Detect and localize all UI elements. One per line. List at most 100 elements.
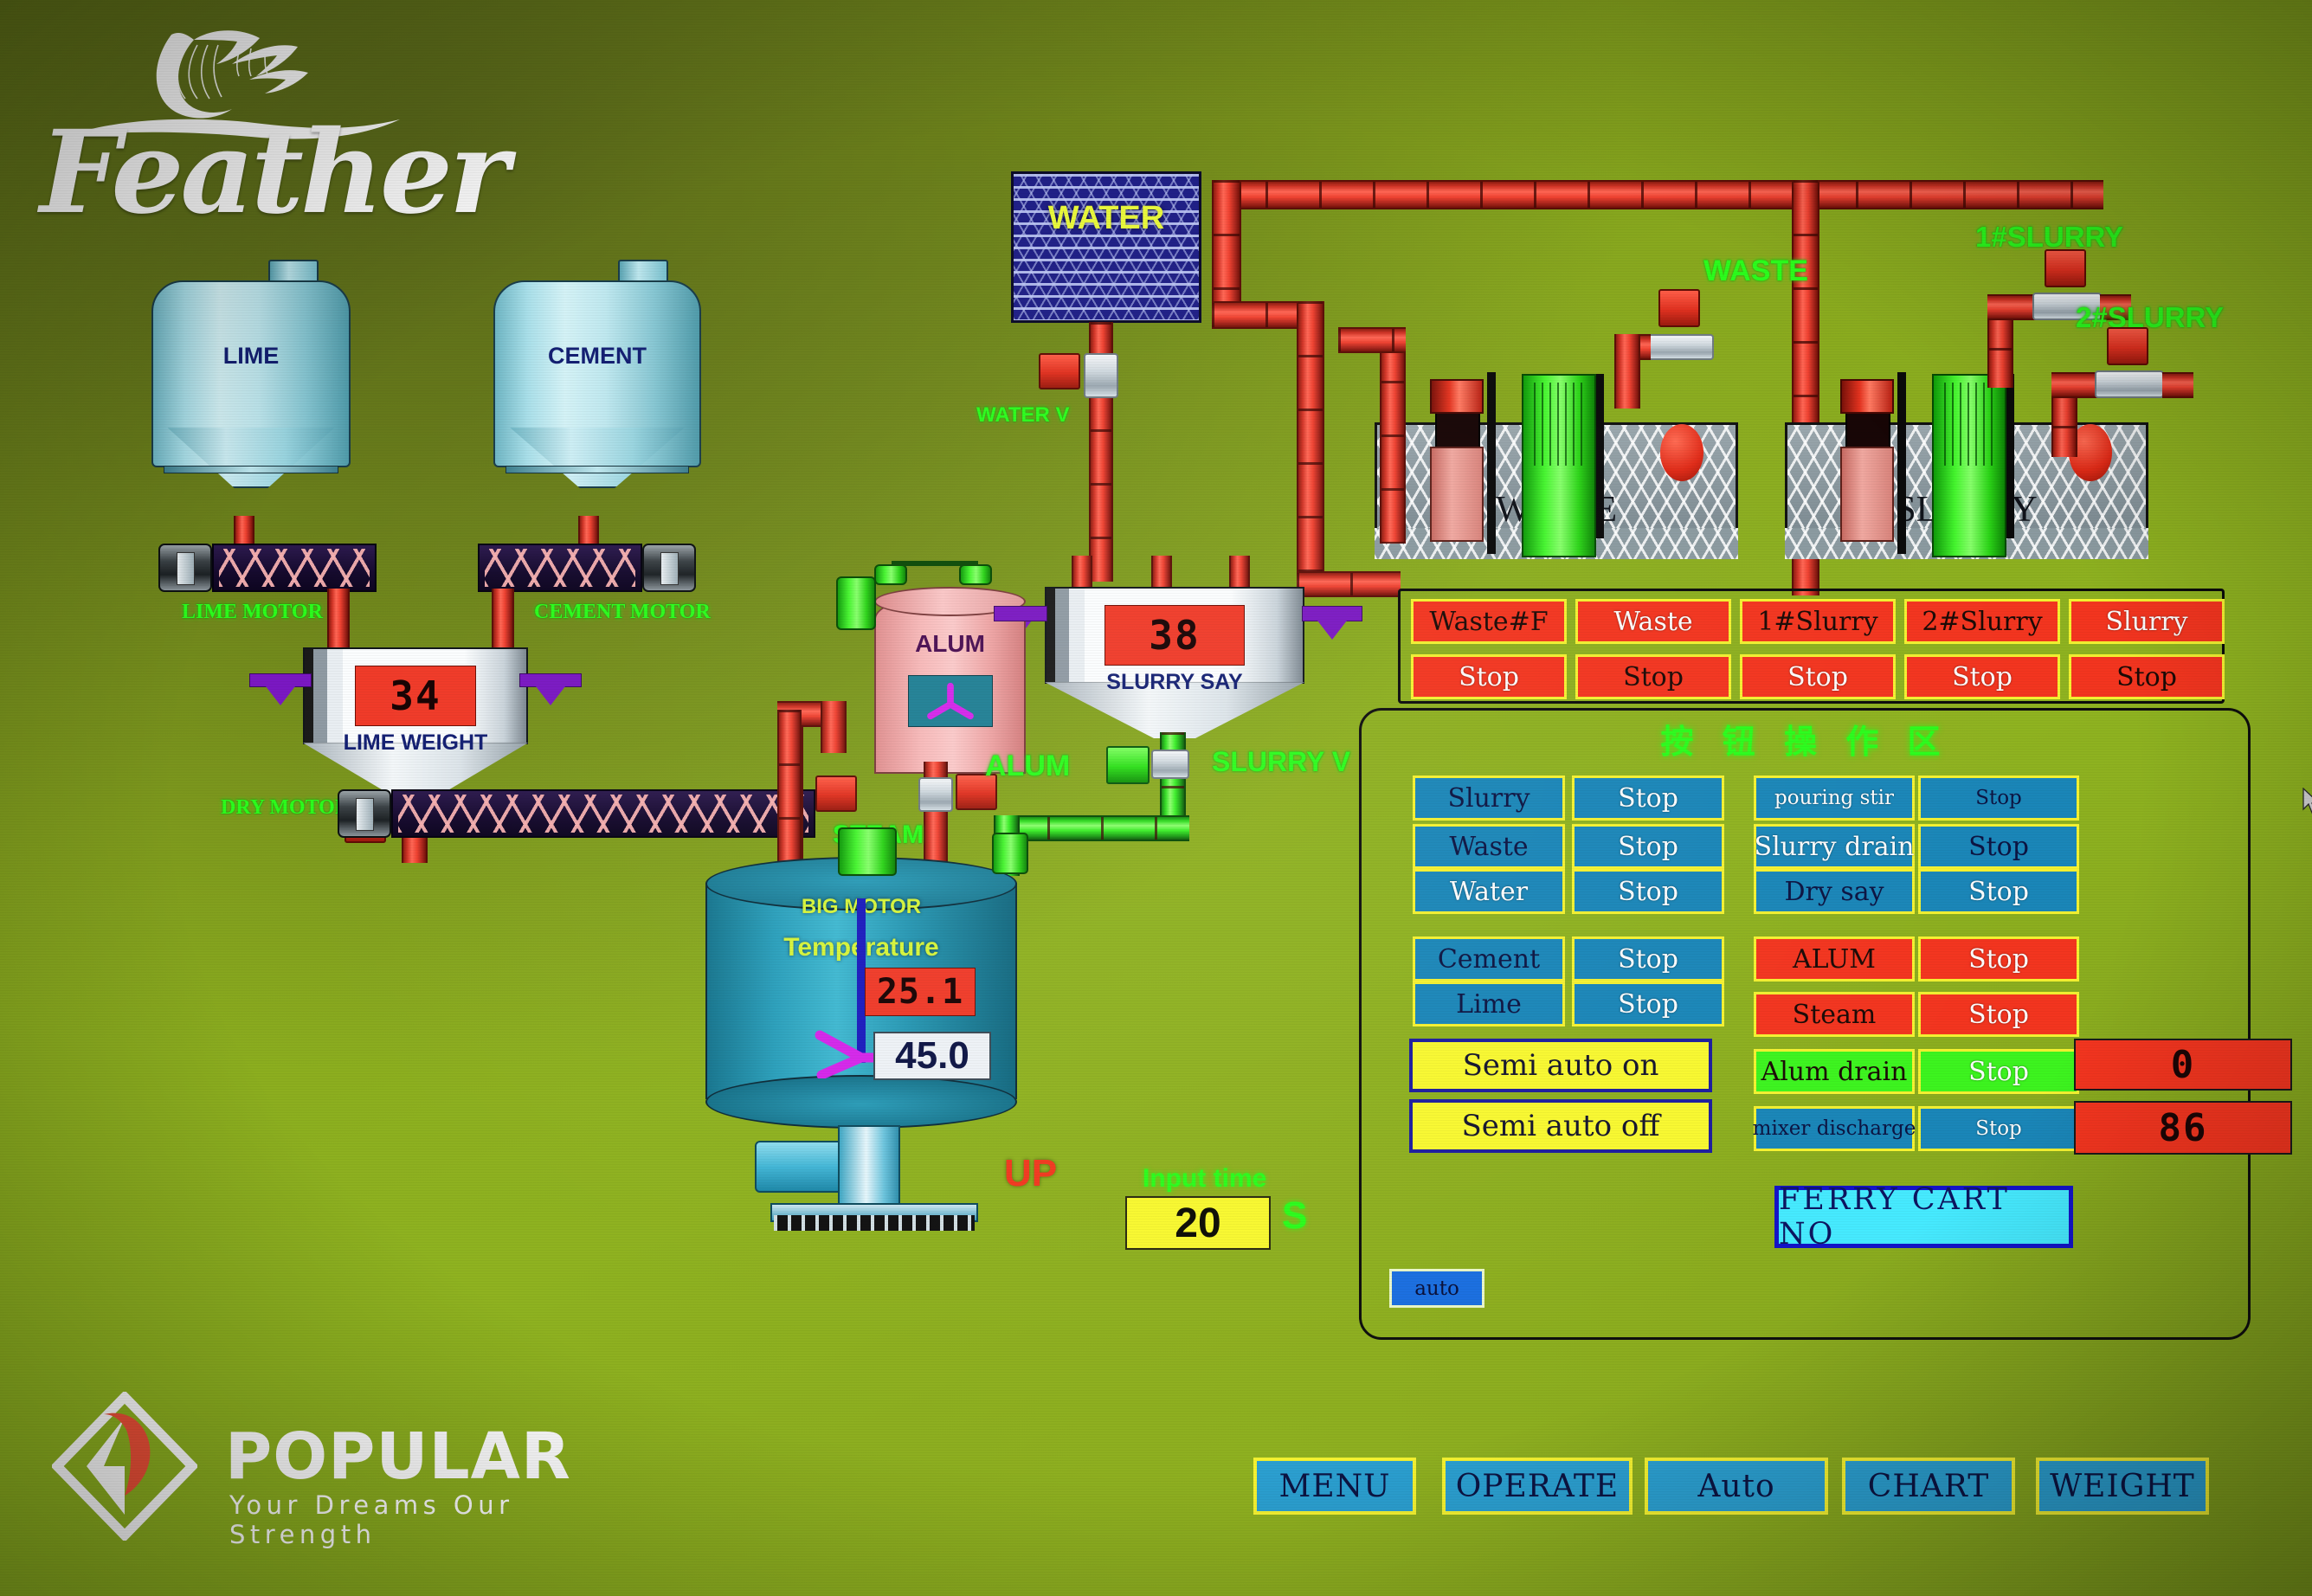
op-right-name-mixer-discharge[interactable]: mixer discharge <box>1753 1106 1916 1151</box>
op-right-state-alum[interactable]: Stop <box>1918 936 2079 981</box>
auto-mode-badge[interactable]: auto <box>1389 1269 1484 1308</box>
alum-motor-left <box>836 576 876 630</box>
op-right-name-alum-drain-label: Alum drain <box>1761 1056 1908 1087</box>
mixer-setpoint-readout[interactable]: 45.0 <box>873 1032 991 1080</box>
water-valve-actuator[interactable] <box>1039 353 1080 389</box>
counter-top-value: 0 <box>2170 1042 2196 1087</box>
op-left-state-cement-label: Stop <box>1618 943 1678 975</box>
slurry-v-downpipe <box>1160 732 1186 826</box>
op-right-name-steam[interactable]: Steam <box>1754 992 1915 1037</box>
op-right-name-pouring-stir[interactable]: pouring stir <box>1754 775 1915 821</box>
op-left-name-cement-label: Cement <box>1437 943 1541 975</box>
op-left-state-waste-label: Stop <box>1618 831 1678 862</box>
status-device-2-slurry[interactable]: 2#Slurry <box>1904 599 2060 644</box>
steam-valve-actuator[interactable] <box>815 775 857 812</box>
status-state-slurry[interactable]: Stop <box>2069 654 2225 699</box>
lime-weight-readout: 34 <box>354 666 477 726</box>
op-right-state-mixer-discharge[interactable]: Stop <box>1918 1106 2079 1151</box>
auto-mode-label: auto <box>1414 1277 1459 1300</box>
dry-screw-conveyor <box>391 789 815 838</box>
op-left-name-lime-label: Lime <box>1456 988 1522 1020</box>
op-left-name-slurry[interactable]: Slurry <box>1413 775 1565 821</box>
op-left-name-water[interactable]: Water <box>1413 869 1565 914</box>
counter-top-readout: 0 <box>2074 1039 2292 1091</box>
status-device-slurry[interactable]: Slurry <box>2069 599 2225 644</box>
op-left-name-water-label: Water <box>1449 876 1529 907</box>
input-time-field[interactable]: 20 <box>1125 1196 1271 1250</box>
slurry-pump-motor <box>1840 379 1894 414</box>
op-right-state-alum-drain[interactable]: Stop <box>1918 1049 2079 1094</box>
slurry-v-valve-actuator[interactable] <box>1106 746 1150 784</box>
loadcell-bar <box>519 673 582 687</box>
slurry-v-valve-body <box>1151 750 1189 779</box>
dry-motor-drum <box>338 789 391 838</box>
slurry-say-readout: 38 <box>1104 605 1245 666</box>
op-left-state-waste[interactable]: Stop <box>1572 824 1724 869</box>
nav-button-weight[interactable]: WEIGHT <box>2036 1458 2209 1515</box>
op-left-name-lime[interactable]: Lime <box>1413 981 1565 1026</box>
slurry-1-valve-actuator[interactable] <box>2045 249 2086 287</box>
op-right-state-steam-label: Stop <box>1968 999 2029 1030</box>
nav-button-label: MENU <box>1278 1468 1391 1504</box>
ferry-cart-no-button[interactable]: FERRY CART NO <box>1774 1182 2073 1252</box>
mixer-discharge-spout <box>838 1125 900 1205</box>
status-device-waste-f[interactable]: Waste#F <box>1411 599 1567 644</box>
op-right-name-slurry-drain-label: Slurry drain <box>1754 831 1915 862</box>
op-left-state-lime[interactable]: Stop <box>1572 981 1724 1026</box>
alum-line-label: ALUM <box>985 750 1071 782</box>
op-right-state-steam[interactable]: Stop <box>1918 992 2079 1037</box>
op-right-name-alum[interactable]: ALUM <box>1754 936 1915 981</box>
op-left-name-waste-label: Waste <box>1449 831 1529 862</box>
nav-button-chart[interactable]: CHART <box>1842 1458 2015 1515</box>
nav-button-auto[interactable]: Auto <box>1645 1458 1828 1515</box>
dry-screw-flight <box>398 795 808 833</box>
op-right-name-dry-say[interactable]: Dry say <box>1754 869 1915 914</box>
op-right-name-steam-label: Steam <box>1792 999 1877 1030</box>
op-right-name-alum-label: ALUM <box>1793 943 1876 975</box>
lime-motor-label: LIME MOTOR <box>182 601 323 623</box>
cement-silo: CEMENT <box>493 260 701 519</box>
slurry-2-label: 2#SLURRY <box>2076 301 2225 333</box>
waste-agitator-lines <box>1534 383 1584 466</box>
status-state-2-slurry[interactable]: Stop <box>1904 654 2060 699</box>
waste-outlet-valve-actuator[interactable] <box>1658 289 1700 327</box>
op-left-state-cement[interactable]: Stop <box>1572 936 1724 981</box>
status-device-label: Waste#F <box>1429 606 1549 637</box>
slurry-agitator-post <box>2006 374 2014 538</box>
alum-sight-window <box>907 675 993 727</box>
op-left-state-slurry[interactable]: Stop <box>1572 775 1724 821</box>
slurry-2-valve-actuator[interactable] <box>2107 327 2148 365</box>
loadcell-support-icon <box>266 686 295 705</box>
nav-button-operate[interactable]: OPERATE <box>1442 1458 1633 1515</box>
semi-auto-on-button[interactable]: Semi auto on <box>1409 1039 1712 1092</box>
waste-pump-body <box>1430 447 1484 542</box>
cement-screw-conveyor <box>478 544 642 592</box>
nav-button-label: CHART <box>1867 1468 1990 1504</box>
op-right-name-alum-drain[interactable]: Alum drain <box>1754 1049 1915 1094</box>
semi-auto-off-label: Semi auto off <box>1461 1109 1660 1143</box>
semi-auto-off-button[interactable]: Semi auto off <box>1409 1099 1712 1153</box>
status-state-waste[interactable]: Stop <box>1575 654 1731 699</box>
mixer-setpoint-value: 45.0 <box>895 1034 969 1077</box>
alum-motor-cap-a <box>874 564 907 585</box>
mixer-green-nozzle <box>992 833 1028 874</box>
op-right-state-pouring-stir[interactable]: Stop <box>1918 775 2079 821</box>
popular-diamond-icon <box>52 1392 197 1541</box>
status-state-1-slurry[interactable]: Stop <box>1740 654 1896 699</box>
status-device-1-slurry[interactable]: 1#Slurry <box>1740 599 1896 644</box>
op-left-state-water[interactable]: Stop <box>1572 869 1724 914</box>
op-right-state-alum-label: Stop <box>1968 943 2029 975</box>
cement-motor-drum <box>642 544 696 592</box>
op-right-name-slurry-drain[interactable]: Slurry drain <box>1754 824 1915 869</box>
alum-tank-label: ALUM <box>915 630 985 657</box>
op-right-state-dry-say-label: Stop <box>1968 876 2029 907</box>
op-right-state-slurry-drain[interactable]: Stop <box>1918 824 2079 869</box>
op-right-state-dry-say[interactable]: Stop <box>1918 869 2079 914</box>
op-left-name-waste[interactable]: Waste <box>1413 824 1565 869</box>
op-right-name-dry-say-label: Dry say <box>1784 876 1884 907</box>
status-device-waste[interactable]: Waste <box>1575 599 1731 644</box>
lime-drop-pipe <box>327 589 350 651</box>
status-state-waste-f[interactable]: Stop <box>1411 654 1567 699</box>
nav-button-menu[interactable]: MENU <box>1253 1458 1416 1515</box>
op-left-name-cement[interactable]: Cement <box>1413 936 1565 981</box>
